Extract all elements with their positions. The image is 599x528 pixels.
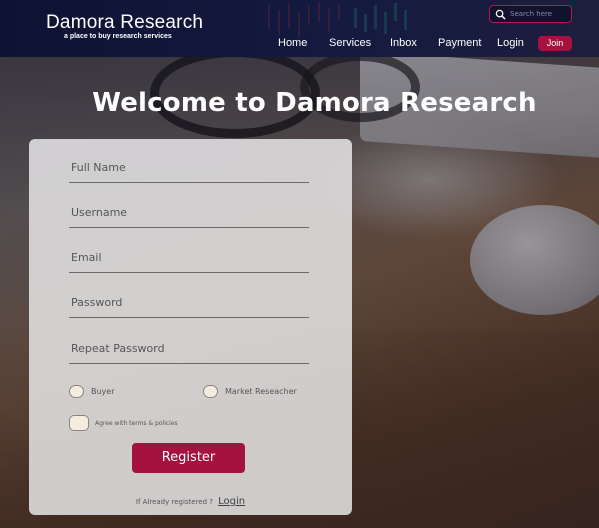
role-radio-group: Buyer Market Reseacher — [69, 385, 319, 401]
registration-form: Buyer Market Reseacher Agree with terms … — [29, 139, 352, 515]
email-field — [69, 243, 309, 273]
nav-payment[interactable]: Payment — [438, 37, 481, 49]
join-button[interactable]: Join — [538, 36, 572, 51]
already-registered-text: If Already registered ? — [135, 498, 214, 506]
register-button[interactable]: Register — [132, 443, 245, 473]
market-researcher-radio[interactable] — [203, 385, 218, 398]
full-name-input[interactable] — [71, 153, 307, 181]
nav-inbox[interactable]: Inbox — [390, 37, 417, 49]
search-icon — [495, 9, 506, 20]
top-header: Damora Research a place to buy research … — [0, 0, 599, 57]
full-name-field — [69, 153, 309, 183]
role-buyer[interactable]: Buyer — [69, 385, 115, 398]
role-market-researcher[interactable]: Market Reseacher — [203, 385, 297, 398]
market-researcher-label: Market Reseacher — [225, 387, 297, 396]
agree-checkbox[interactable] — [69, 415, 89, 431]
search-input[interactable] — [510, 10, 570, 18]
repeat-password-input[interactable] — [71, 334, 307, 362]
buyer-radio[interactable] — [69, 385, 84, 398]
username-input[interactable] — [71, 198, 307, 226]
nav-home[interactable]: Home — [278, 37, 307, 49]
agree-label: Agree with terms & policies — [95, 419, 178, 427]
username-field — [69, 198, 309, 228]
brand-name: Damora Research — [46, 12, 204, 33]
agree-terms[interactable]: Agree with terms & policies — [69, 415, 178, 431]
already-registered: If Already registered ? Login — [29, 489, 352, 508]
page-title: Welcome to Damora Research — [92, 88, 537, 118]
search-box[interactable] — [489, 5, 572, 23]
header-chart-decoration — [268, 2, 407, 38]
password-input[interactable] — [71, 288, 307, 316]
buyer-label: Buyer — [91, 387, 115, 396]
login-link[interactable]: Login — [218, 496, 245, 507]
nav-login[interactable]: Login — [497, 37, 524, 49]
nav-services[interactable]: Services — [329, 37, 371, 49]
password-field — [69, 288, 309, 318]
main-nav: Home Services Inbox Payment Login — [0, 35, 599, 53]
email-input[interactable] — [71, 243, 307, 271]
repeat-password-field — [69, 334, 309, 364]
